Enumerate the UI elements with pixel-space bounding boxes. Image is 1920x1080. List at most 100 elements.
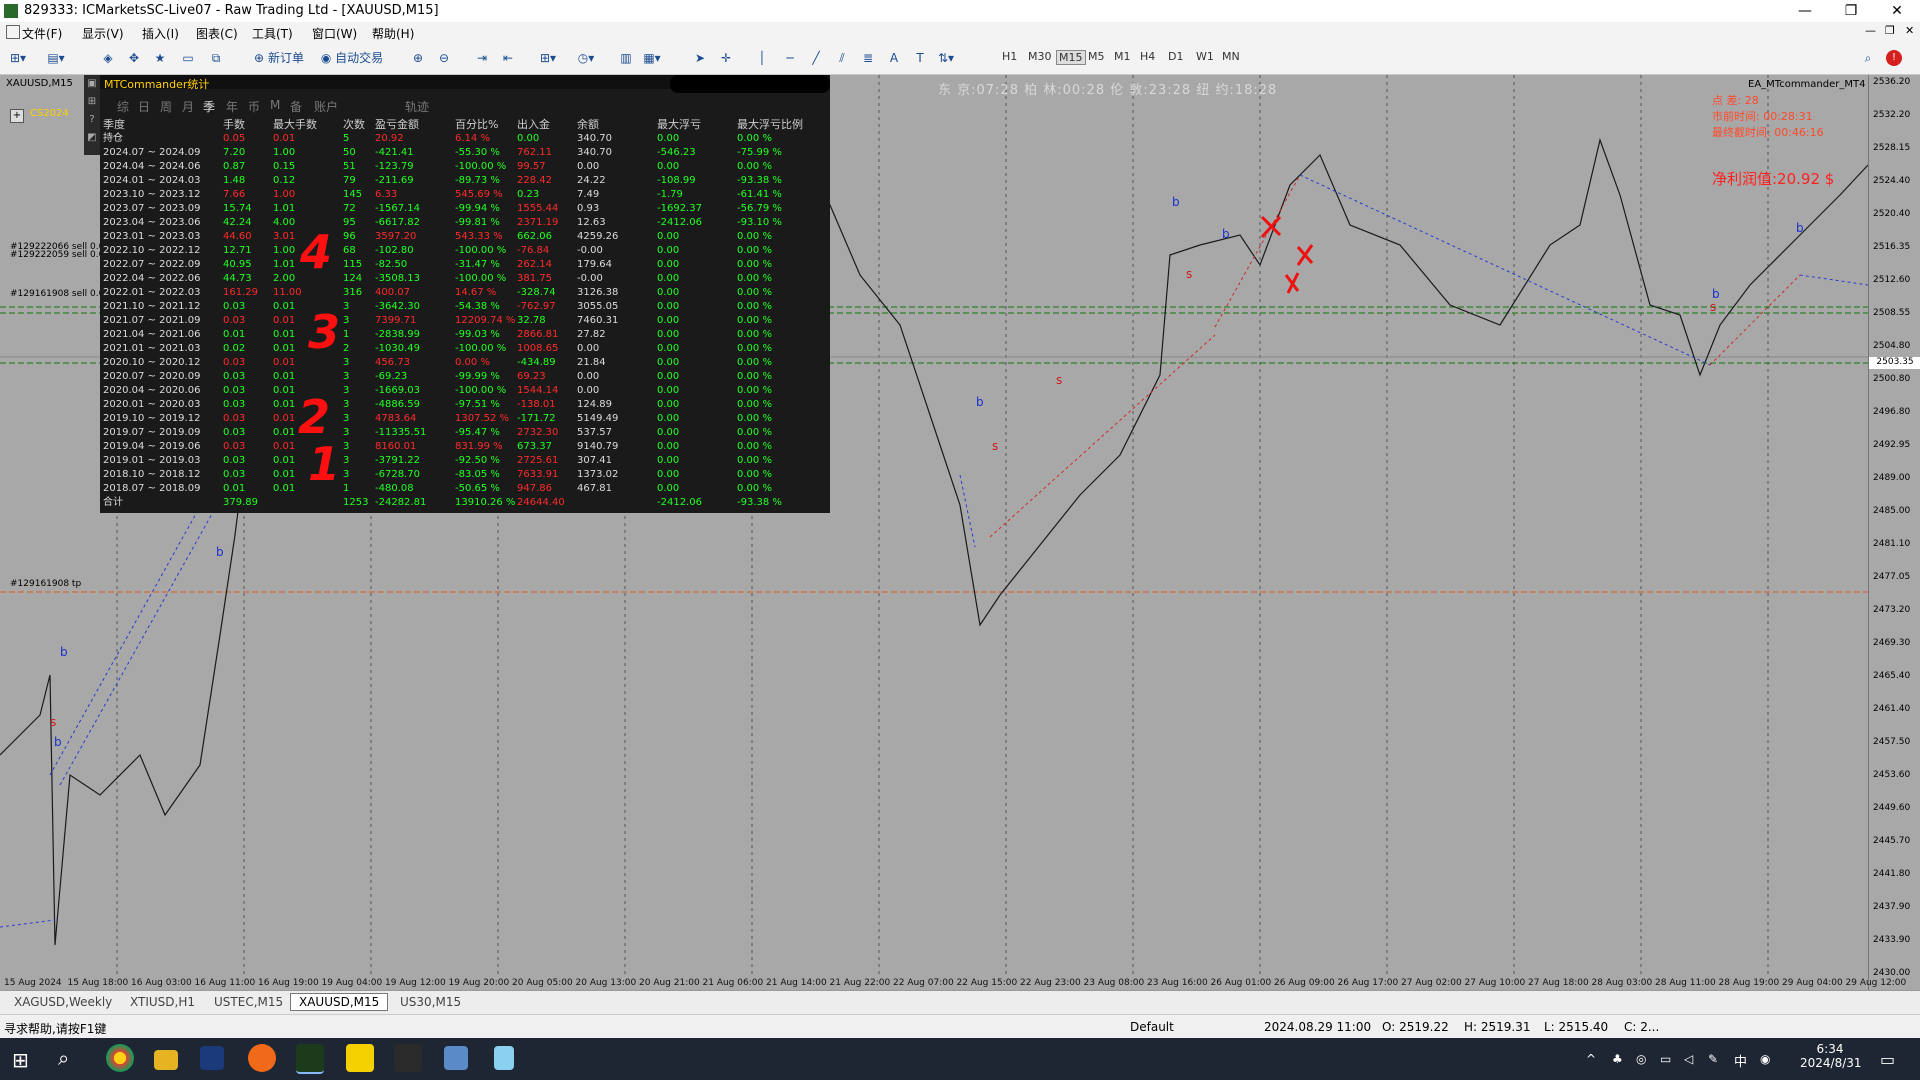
cell-pl: -3791.22 <box>375 455 420 466</box>
timeframe-button-m15[interactable]: M15 <box>1056 50 1086 65</box>
cell-pl: -1669.03 <box>375 385 420 396</box>
chart-tab[interactable]: XAUUSD,M15 <box>290 993 389 1011</box>
zoom-out-icon[interactable]: ⊖ <box>434 48 454 68</box>
volume-icon[interactable]: ◁ <box>1684 1052 1693 1066</box>
stats-tab[interactable]: 月 <box>182 98 194 115</box>
pen-icon[interactable]: ✎ <box>1708 1052 1718 1066</box>
strategy-tester-icon[interactable]: ⧉ <box>206 48 226 68</box>
zoom-in-icon[interactable]: ⊕ <box>408 48 428 68</box>
indicators-icon[interactable]: ⊞▾ <box>538 48 558 68</box>
cursor-icon[interactable]: ➤ <box>690 48 710 68</box>
navigator-icon[interactable]: ★ <box>150 48 170 68</box>
help-icon[interactable]: ? <box>84 111 100 129</box>
chart-tab[interactable]: US30,M15 <box>392 995 469 1009</box>
search-icon[interactable]: ⌕ <box>58 1046 69 1070</box>
timeframe-button-h1[interactable]: H1 <box>1002 50 1017 63</box>
windows-start-icon[interactable]: ⊞ <box>12 1048 29 1072</box>
crosshair-icon[interactable]: ✛ <box>716 48 736 68</box>
new-chart-icon[interactable]: ⊞▾ <box>8 48 28 68</box>
chart-tab[interactable]: USTEC,M15 <box>206 995 291 1009</box>
child-restore-button[interactable]: ❐ <box>1885 24 1895 37</box>
app-icon[interactable] <box>200 1046 224 1070</box>
vertical-line-icon[interactable]: │ <box>752 48 772 68</box>
app-icon[interactable] <box>248 1044 276 1072</box>
stats-tab[interactable]: 币 <box>248 98 260 115</box>
stats-tab[interactable]: 综 <box>117 98 129 115</box>
stats-tab[interactable]: 日 <box>138 98 150 115</box>
side-tool-icon[interactable]: ▣ <box>84 75 100 93</box>
timeframe-button-m30[interactable]: M30 <box>1028 50 1052 63</box>
stats-tab[interactable]: M <box>270 98 280 112</box>
menu-item[interactable]: 图表(C) <box>196 25 238 42</box>
periods-icon[interactable]: ◷▾ <box>576 48 596 68</box>
search-icon[interactable]: ⌕ <box>1858 48 1878 68</box>
stats-tab[interactable]: 季 <box>203 98 215 115</box>
market-watch-icon[interactable]: ◈ <box>98 48 118 68</box>
templates-icon[interactable]: ▥ <box>616 48 636 68</box>
notifications-icon[interactable]: ▭ <box>1880 1050 1895 1069</box>
timeframe-button-mn[interactable]: MN <box>1222 50 1240 63</box>
timeframe-button-h4[interactable]: H4 <box>1140 50 1155 63</box>
new-order-button[interactable]: ⊕ 新订单 <box>244 48 314 68</box>
side-tool-icon[interactable]: ◩ <box>84 129 100 147</box>
arrows-icon[interactable]: ⇅▾ <box>936 48 956 68</box>
child-close-button[interactable]: ✕ <box>1905 24 1914 37</box>
notification-icon[interactable]: ! <box>1886 50 1902 66</box>
timeframe-button-w1[interactable]: W1 <box>1196 50 1214 63</box>
chrome-icon[interactable] <box>106 1044 134 1072</box>
menu-item[interactable]: 工具(T) <box>252 25 293 42</box>
close-button[interactable]: ✕ <box>1874 0 1920 22</box>
app-icon[interactable] <box>444 1046 468 1070</box>
metatrader-icon[interactable] <box>296 1044 324 1074</box>
timeframe-button-d1[interactable]: D1 <box>1168 50 1183 63</box>
network-icon[interactable]: ▭ <box>1660 1052 1671 1066</box>
child-minimize-button[interactable]: — <box>1865 24 1876 37</box>
menu-item[interactable]: 文件(F) <box>22 25 62 42</box>
time-tick-label: 22 Aug 15:00 <box>956 978 1018 988</box>
stats-tab[interactable]: 年 <box>226 98 238 115</box>
chart-type-icon[interactable]: ▦▾ <box>642 48 662 68</box>
app-icon[interactable] <box>346 1044 374 1072</box>
channel-icon[interactable]: ⫽ <box>832 48 852 68</box>
menu-item[interactable]: 插入(I) <box>142 25 179 42</box>
tray-chevron-icon[interactable]: ^ <box>1586 1052 1596 1066</box>
text-icon[interactable]: A <box>884 48 904 68</box>
text-label-icon[interactable]: T <box>910 48 930 68</box>
chart-tab[interactable]: XAGUSD,Weekly <box>6 995 120 1009</box>
terminal-icon[interactable]: ▭ <box>178 48 198 68</box>
minimize-button[interactable]: — <box>1782 0 1828 22</box>
tray-app-icon[interactable]: ◉ <box>1760 1052 1770 1066</box>
chart-shift-icon[interactable]: ⇥ <box>472 48 492 68</box>
menu-item[interactable]: 窗口(W) <box>312 25 357 42</box>
side-tool-icon[interactable]: ⊞ <box>84 93 100 111</box>
chart-tab[interactable]: XTIUSD,H1 <box>122 995 203 1009</box>
metatrader-icon[interactable] <box>394 1044 422 1072</box>
data-window-icon[interactable]: ✥ <box>124 48 144 68</box>
tray-app-icon[interactable]: ♣ <box>1612 1052 1623 1066</box>
menu-item[interactable]: 显示(V) <box>82 25 124 42</box>
cell-lots: 161.29 <box>223 287 258 298</box>
horizontal-line-icon[interactable]: ─ <box>780 48 800 68</box>
cell-pl: 400.07 <box>375 287 410 298</box>
timeframe-button-m5[interactable]: M5 <box>1088 50 1105 63</box>
auto-trade-button[interactable]: ◉ 自动交易 <box>312 48 392 68</box>
stats-tab[interactable]: 备 <box>290 98 302 115</box>
stats-tab[interactable]: 周 <box>160 98 172 115</box>
maximize-button[interactable]: ❐ <box>1828 0 1874 22</box>
file-explorer-icon[interactable] <box>154 1050 178 1070</box>
fibonacci-icon[interactable]: ≣ <box>858 48 878 68</box>
price-axis[interactable]: 2536.20 2532.20 2528.15 2524.40 2520.40 2516.… <box>1868 75 1920 990</box>
profiles-icon[interactable]: ▤▾ <box>46 48 66 68</box>
clock[interactable]: 6:34 2024/8/31 <box>1800 1042 1862 1070</box>
ime-indicator[interactable]: 中 <box>1734 1051 1747 1070</box>
cell-pl: -11335.51 <box>375 427 427 438</box>
app-icon[interactable] <box>494 1046 514 1070</box>
menu-item[interactable]: 帮助(H) <box>372 25 414 42</box>
timeframe-button-m1[interactable]: M1 <box>1114 50 1131 63</box>
wechat-icon[interactable]: ◎ <box>1636 1052 1646 1066</box>
expand-icon[interactable]: + <box>10 109 24 123</box>
stats-tab[interactable]: 账户 <box>314 98 338 115</box>
auto-scroll-icon[interactable]: ⇤ <box>498 48 518 68</box>
track-tab[interactable]: 轨迹 <box>405 98 429 115</box>
trendline-icon[interactable]: ╱ <box>806 48 826 68</box>
